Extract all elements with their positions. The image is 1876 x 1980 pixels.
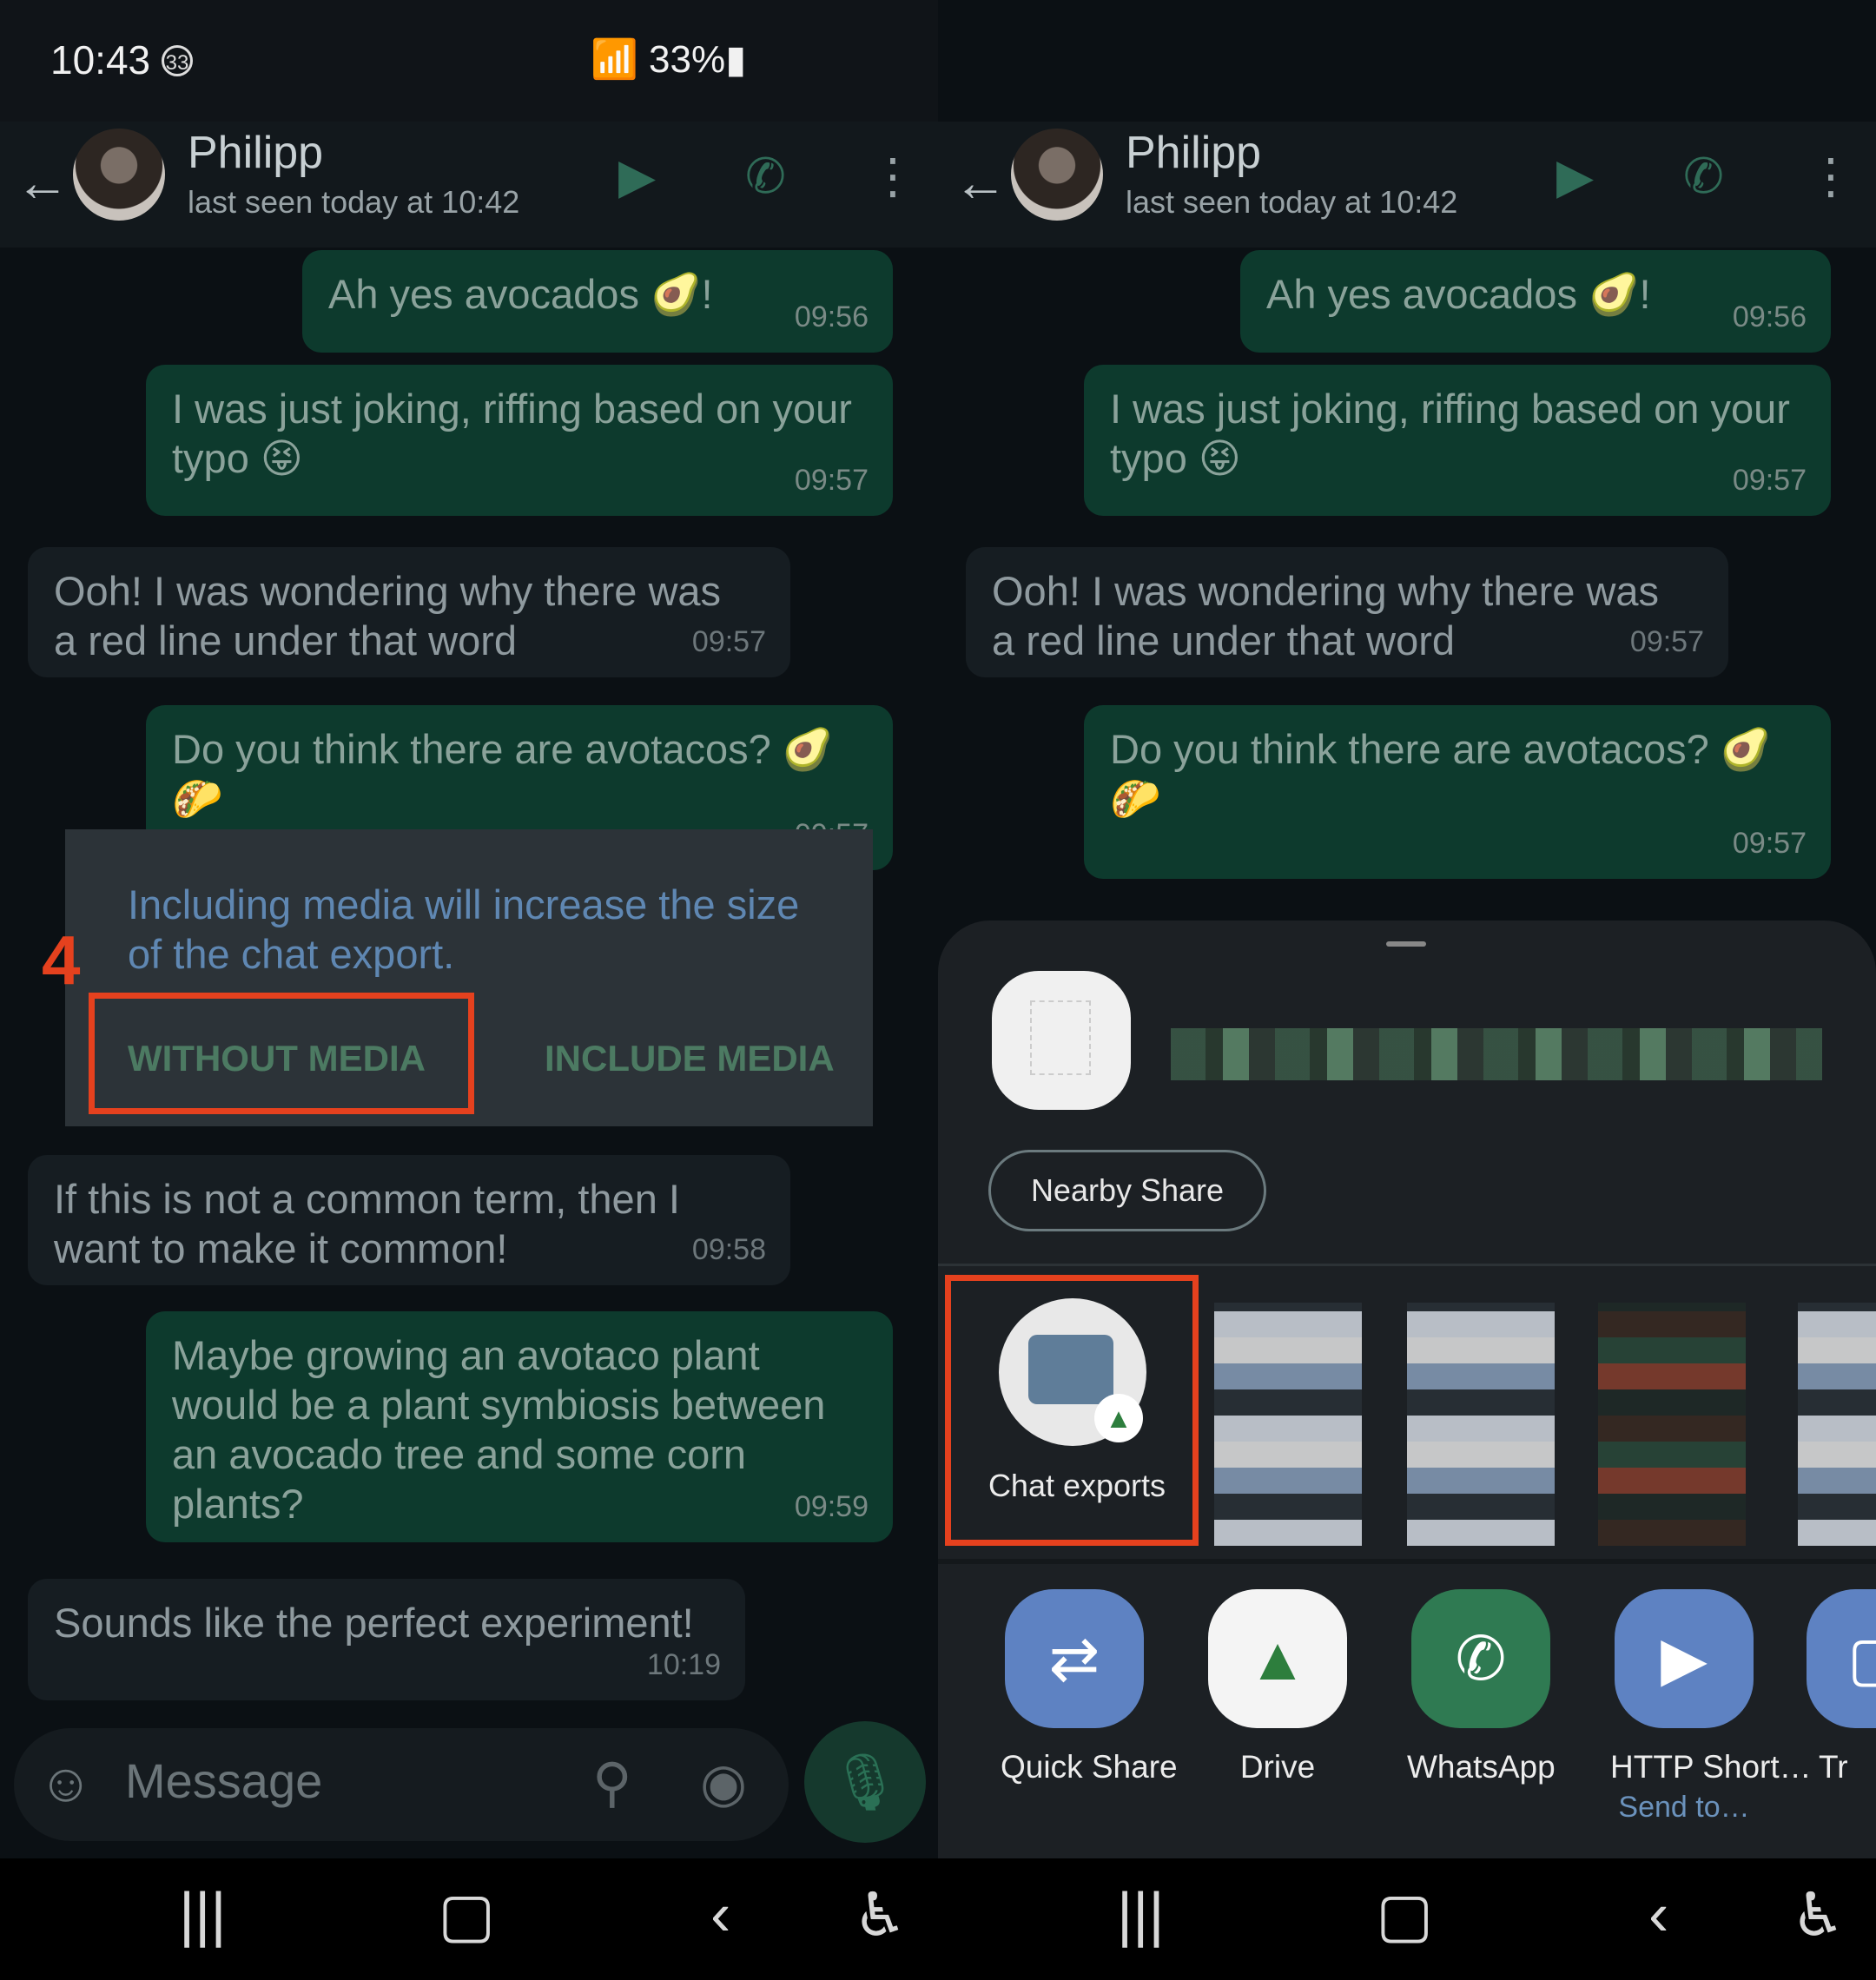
- status-bar: [938, 0, 1876, 122]
- highlight-box: [89, 993, 474, 1114]
- back-arrow-icon[interactable]: ←: [954, 152, 1007, 214]
- message-bubble[interactable]: I was just joking, riffing based on your…: [146, 365, 893, 516]
- mic-icon[interactable]: 🎙: [804, 1721, 926, 1843]
- avatar[interactable]: [1011, 129, 1103, 221]
- chat-header: ← Philipp last seen today at 10:42 ▶ ✆ ⋮: [938, 122, 1876, 248]
- voice-call-icon[interactable]: ✆: [1683, 148, 1724, 205]
- sheet-handle[interactable]: [1386, 941, 1426, 947]
- right-screen: ← Philipp last seen today at 10:42 ▶ ✆ ⋮…: [938, 0, 1876, 1980]
- http-shortcuts-icon: ▶: [1615, 1589, 1754, 1728]
- last-seen: last seen today at 10:42: [188, 184, 520, 220]
- video-call-icon[interactable]: ▶: [618, 148, 656, 205]
- attach-icon[interactable]: ⚲: [592, 1751, 631, 1814]
- drive-icon: ▲: [1208, 1589, 1347, 1728]
- contact-target-redacted[interactable]: [1214, 1303, 1362, 1546]
- back-nav-icon[interactable]: ‹: [1648, 1879, 1668, 1949]
- more-options-icon[interactable]: ⋮: [1807, 148, 1855, 205]
- battery-text: 33%: [649, 38, 726, 81]
- divider: [938, 1264, 1876, 1266]
- home-icon[interactable]: ▢: [1376, 1879, 1433, 1950]
- http-shortcuts-app[interactable]: ▶ HTTP Short… Send to…: [1610, 1589, 1812, 1825]
- emoji-icon[interactable]: ☺: [38, 1752, 93, 1814]
- system-navbar: ||| ▢ ‹ ♿: [938, 1858, 1876, 1980]
- back-nav-icon[interactable]: ‹: [710, 1879, 730, 1949]
- highlight-box: [945, 1275, 1199, 1546]
- last-seen: last seen today at 10:42: [1126, 184, 1458, 220]
- message-bubble[interactable]: Ooh! I was wondering why there was a red…: [28, 547, 790, 677]
- app-icon: ▢: [1807, 1589, 1876, 1728]
- status-time: 10:43: [50, 37, 151, 82]
- camera-icon[interactable]: ◉: [700, 1751, 747, 1814]
- message-input[interactable]: ☺ Message ⚲ ◉: [14, 1728, 789, 1841]
- left-screen: 10:43 33 📶 33%▮ ← Philipp last seen toda…: [0, 0, 938, 1980]
- step-number: 4: [42, 921, 81, 999]
- message-bubble[interactable]: Ah yes avocados 🥑! 09:56: [1240, 250, 1831, 353]
- file-icon: [992, 971, 1131, 1110]
- contact-target-redacted[interactable]: [1598, 1303, 1746, 1546]
- message-input-placeholder: Message: [125, 1753, 323, 1808]
- accessibility-icon[interactable]: ♿: [853, 1879, 908, 1950]
- message-bubble[interactable]: Ah yes avocados 🥑! 09:56: [302, 250, 893, 353]
- next-app-partial[interactable]: ▢ Tr: [1807, 1589, 1876, 1785]
- accessibility-icon[interactable]: ♿: [1791, 1879, 1846, 1950]
- video-call-icon[interactable]: ▶: [1556, 148, 1594, 205]
- divider: [938, 1559, 1876, 1564]
- voice-call-icon[interactable]: ✆: [745, 148, 786, 205]
- home-icon[interactable]: ▢: [438, 1879, 495, 1950]
- message-bubble[interactable]: Sounds like the perfect experiment! 10:1…: [28, 1579, 745, 1700]
- avatar[interactable]: [73, 129, 165, 221]
- whatsapp-icon: ✆: [1411, 1589, 1550, 1728]
- contact-target-redacted[interactable]: [1798, 1303, 1876, 1546]
- contact-target-redacted[interactable]: [1407, 1303, 1555, 1546]
- share-sheet: Nearby Share ▲ Chat exports ⇄ Quick Shar…: [938, 921, 1876, 1858]
- drive-app[interactable]: ▲ Drive: [1204, 1589, 1351, 1785]
- message-bubble[interactable]: Maybe growing an avotaco plant would be …: [146, 1311, 893, 1542]
- notification-badge: 33: [162, 45, 193, 76]
- quick-share-app[interactable]: ⇄ Quick Share: [1001, 1589, 1178, 1785]
- chat-header: ← Philipp last seen today at 10:42 ▶ ✆ ⋮: [0, 122, 938, 248]
- dialog-message: Including media will increase the size o…: [128, 881, 800, 977]
- recents-icon[interactable]: |||: [179, 1879, 227, 1949]
- contact-name[interactable]: Philipp: [188, 127, 323, 179]
- recents-icon[interactable]: |||: [1117, 1879, 1165, 1949]
- include-media-button[interactable]: INCLUDE MEDIA: [545, 1038, 835, 1079]
- message-bubble[interactable]: Do you think there are avotacos? 🥑🌮 09:5…: [1084, 705, 1831, 879]
- back-arrow-icon[interactable]: ←: [16, 152, 69, 214]
- nearby-share-button[interactable]: Nearby Share: [988, 1150, 1266, 1231]
- whatsapp-app[interactable]: ✆ WhatsApp: [1407, 1589, 1556, 1785]
- status-bar: 10:43 33 📶 33%▮: [0, 0, 938, 122]
- contact-name[interactable]: Philipp: [1126, 127, 1261, 179]
- wifi-signal-icon: 📶 33%▮: [591, 38, 747, 81]
- message-bubble[interactable]: Ooh! I was wondering why there was a red…: [966, 547, 1728, 677]
- message-bubble[interactable]: If this is not a common term, then I wan…: [28, 1155, 790, 1285]
- message-bubble[interactable]: I was just joking, riffing based on your…: [1084, 365, 1831, 516]
- system-navbar: ||| ▢ ‹ ♿: [0, 1858, 938, 1980]
- more-options-icon[interactable]: ⋮: [869, 148, 917, 205]
- quick-share-icon: ⇄: [1005, 1589, 1144, 1728]
- file-name-redacted: [1171, 1028, 1822, 1080]
